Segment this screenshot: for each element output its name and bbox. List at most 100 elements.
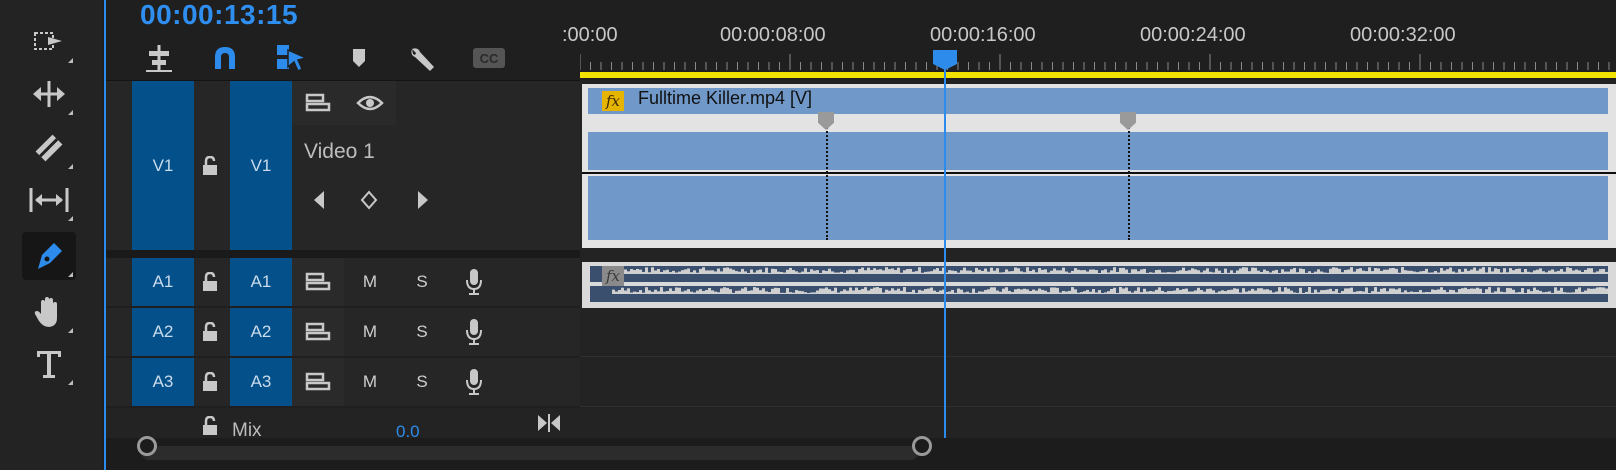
waveform-peak <box>1107 291 1110 294</box>
waveform-peak <box>1086 289 1089 294</box>
waveform-peak <box>1389 288 1392 294</box>
mute-track-button[interactable]: M <box>344 358 396 406</box>
target-track-a1[interactable]: A1 <box>230 258 292 306</box>
waveform-peak <box>879 288 882 294</box>
source-patch-a3[interactable]: A3 <box>132 358 194 406</box>
target-track-a2[interactable]: A2 <box>230 308 292 356</box>
toggle-sync-lock-button[interactable] <box>292 308 344 356</box>
source-patch-a2[interactable]: A2 <box>132 308 194 356</box>
waveform-peak <box>1257 288 1260 294</box>
waveform-peak <box>936 291 939 294</box>
previous-keyframe-button[interactable] <box>304 185 334 215</box>
waveform-peak <box>864 270 867 274</box>
waveform-peak <box>870 270 873 274</box>
zoom-handle-right[interactable] <box>912 436 932 456</box>
mix-volume-value[interactable]: 0.0 <box>396 422 420 438</box>
toggle-sync-lock-button[interactable] <box>292 258 344 306</box>
timeline-zoom-scrollbar[interactable] <box>106 438 1616 470</box>
waveform-peak <box>663 270 666 274</box>
voice-over-record-button[interactable] <box>448 258 500 306</box>
add-keyframe-button[interactable] <box>354 185 384 215</box>
source-patch-v1[interactable]: V1 <box>132 81 194 250</box>
linked-selection-button[interactable] <box>266 40 316 76</box>
waveform-peak <box>1329 268 1332 274</box>
mix-collapse-button[interactable] <box>534 414 564 432</box>
mute-track-button[interactable]: M <box>344 308 396 356</box>
waveform-peak <box>915 271 918 274</box>
solo-track-button[interactable]: S <box>396 308 448 356</box>
waveform-peak <box>1605 288 1608 294</box>
solo-track-button[interactable]: S <box>396 358 448 406</box>
pen-tool[interactable] <box>22 232 76 280</box>
waveform-peak <box>1269 272 1272 274</box>
waveform-peak <box>741 288 744 294</box>
track-lock-button[interactable] <box>198 81 222 250</box>
track-select-forward-tool[interactable] <box>22 18 76 66</box>
waveform-peak <box>1113 267 1116 274</box>
video-clip[interactable]: fx Fulltime Killer.mp4 [V] <box>582 84 1616 248</box>
toggle-sync-lock-button[interactable] <box>292 358 344 406</box>
solo-track-button[interactable]: S <box>396 258 448 306</box>
clip-marker[interactable] <box>818 112 834 130</box>
voice-over-record-button[interactable] <box>448 308 500 356</box>
track-lock-button[interactable] <box>198 416 222 436</box>
timeline-settings-button[interactable] <box>396 40 446 76</box>
audio-track-header-a1: A1 A1 M S <box>106 258 580 306</box>
snap-button[interactable] <box>200 40 250 76</box>
waveform-peak <box>687 289 690 294</box>
voice-over-record-button[interactable] <box>448 358 500 406</box>
waveform-peak <box>1464 287 1467 294</box>
waveform-peak <box>1353 291 1356 294</box>
waveform-peak <box>669 288 672 294</box>
playhead-timecode[interactable]: 00:00:13:15 <box>140 0 298 31</box>
track-lock-button[interactable] <box>198 258 222 306</box>
razor-tool[interactable] <box>22 124 76 172</box>
insert-sequence-nest-button[interactable] <box>134 40 184 76</box>
waveform-peak <box>702 267 705 274</box>
scroll-thumb[interactable] <box>142 446 918 460</box>
waveform-peak <box>1062 267 1065 274</box>
waveform-peak <box>828 289 831 294</box>
target-track-v1[interactable]: V1 <box>230 81 292 250</box>
fx-badge[interactable]: fx <box>602 91 624 111</box>
hand-tool[interactable] <box>22 288 76 336</box>
zoom-handle-left[interactable] <box>137 436 157 456</box>
captions-button[interactable]: CC <box>464 40 514 76</box>
waveform-peak <box>1461 288 1464 294</box>
fx-badge[interactable]: fx <box>602 266 624 286</box>
type-tool[interactable] <box>22 340 76 388</box>
waveform-peak <box>666 269 669 274</box>
toggle-track-output-button[interactable] <box>344 81 396 125</box>
source-patch-a1[interactable]: A1 <box>132 258 194 306</box>
target-track-a3[interactable]: A3 <box>230 358 292 406</box>
add-marker-button[interactable] <box>334 40 384 76</box>
waveform-peak <box>732 269 735 274</box>
track-lock-button[interactable] <box>198 308 222 356</box>
waveform-peak <box>1131 269 1134 274</box>
waveform-peak <box>1482 267 1485 274</box>
waveform-peak <box>810 292 813 294</box>
track-lock-button[interactable] <box>198 358 222 406</box>
opacity-rubber-band[interactable] <box>582 172 1616 174</box>
slip-tool[interactable] <box>22 176 76 224</box>
playhead-line[interactable] <box>944 50 946 438</box>
waveform-peak <box>816 270 819 274</box>
waveform-peak <box>1128 272 1131 274</box>
waveform-peak <box>1581 271 1584 274</box>
audio-clip[interactable]: fx <box>582 262 1616 308</box>
next-keyframe-button[interactable] <box>408 185 438 215</box>
waveform-peak <box>993 287 996 294</box>
waveform-peak <box>1599 269 1602 274</box>
toggle-sync-lock-button[interactable] <box>292 81 344 125</box>
waveform-peak <box>1527 271 1530 274</box>
time-ruler[interactable]: :00:00 00:00:08:00 00:00:16:00 00:00:24:… <box>562 0 1616 80</box>
waveform-peak <box>1560 287 1563 294</box>
clip-marker[interactable] <box>1120 112 1136 130</box>
waveform-peak <box>1275 291 1278 294</box>
waveform-peak <box>1386 269 1389 274</box>
mute-track-button[interactable]: M <box>344 258 396 306</box>
waveform-peak <box>1212 272 1215 274</box>
waveform-peak <box>867 290 870 294</box>
work-area-bar[interactable] <box>580 72 1616 78</box>
ripple-edit-tool[interactable] <box>22 70 76 118</box>
